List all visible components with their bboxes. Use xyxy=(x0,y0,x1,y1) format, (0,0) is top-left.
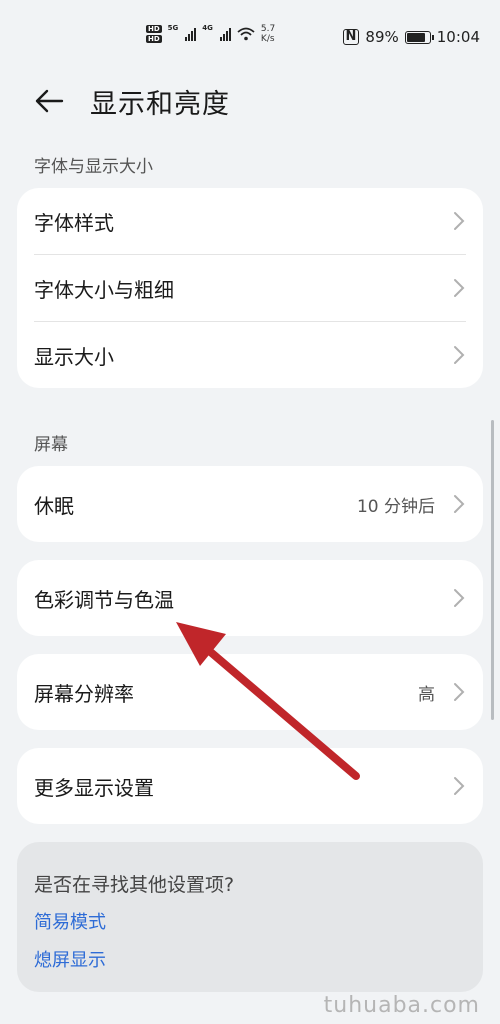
scrollbar[interactable] xyxy=(491,420,494,720)
watermark: tuhuaba.com xyxy=(323,993,480,1018)
nfc-icon: N xyxy=(342,29,360,45)
settings-item-resolution[interactable]: 屏幕分辨率 高 xyxy=(17,654,483,730)
chevron-right-icon xyxy=(454,346,465,364)
suggestions-question: 是否在寻找其他设置项? xyxy=(34,874,235,896)
chevron-right-icon xyxy=(454,495,465,513)
settings-item-label: 更多显示设置 xyxy=(34,775,154,800)
settings-item-label: 色彩调节与色温 xyxy=(34,587,174,612)
settings-item-value: 10 分钟后 xyxy=(356,496,435,517)
chevron-right-icon xyxy=(454,212,465,230)
sleep-card: 休眠 10 分钟后 xyxy=(17,466,483,542)
section-label-screen: 屏幕 xyxy=(34,435,68,455)
clock: 10:04 xyxy=(436,28,480,46)
battery-percent: 89% xyxy=(365,28,399,46)
suggestions-card: 是否在寻找其他设置项? 简易模式 熄屏显示 xyxy=(17,842,483,992)
speed-unit: K/s xyxy=(260,34,275,44)
page-title: 显示和亮度 xyxy=(90,89,230,120)
network-speed: 5.7 K/s xyxy=(261,24,275,44)
chevron-right-icon xyxy=(454,777,465,795)
network-label-5g: 5G xyxy=(167,24,179,32)
settings-item-label: 字体样式 xyxy=(34,210,114,235)
status-left: HD HD 5G 4G 5.7 K/s xyxy=(146,24,275,44)
settings-item-display-size[interactable]: 显示大小 xyxy=(17,322,483,388)
settings-item-font-style[interactable]: 字体样式 xyxy=(17,188,483,254)
page-header: 显示和亮度 xyxy=(0,76,500,126)
settings-item-label: 休眠 xyxy=(34,493,74,518)
status-right: N 89% 10:04 xyxy=(342,28,480,46)
signal-icon xyxy=(185,27,197,41)
font-display-card: 字体样式 字体大小与粗细 显示大小 xyxy=(17,188,483,388)
battery-icon xyxy=(404,30,434,44)
network-label-4g: 4G xyxy=(202,24,213,32)
chevron-right-icon xyxy=(454,683,465,701)
more-display-card: 更多显示设置 xyxy=(17,748,483,824)
settings-item-value: 高 xyxy=(418,684,435,705)
settings-item-font-size-weight[interactable]: 字体大小与粗细 xyxy=(17,255,483,321)
link-always-on-display[interactable]: 熄屏显示 xyxy=(34,946,106,972)
hd-badge: HD xyxy=(146,25,162,33)
settings-item-more-display[interactable]: 更多显示设置 xyxy=(17,748,483,824)
color-card: 色彩调节与色温 xyxy=(17,560,483,636)
back-arrow-icon[interactable] xyxy=(32,84,66,118)
hd-badge: HD xyxy=(146,35,162,43)
status-bar: HD HD 5G 4G 5.7 K/s N 89% 10:04 xyxy=(0,0,500,76)
wifi-icon xyxy=(237,27,255,41)
speed-value: 5.7 xyxy=(260,24,276,34)
signal-icon xyxy=(219,27,231,41)
hd-badges: HD HD xyxy=(146,25,162,43)
section-label-font-display: 字体与显示大小 xyxy=(34,157,153,177)
settings-item-label: 字体大小与粗细 xyxy=(34,277,174,302)
settings-item-color-temperature[interactable]: 色彩调节与色温 xyxy=(17,560,483,636)
settings-item-sleep[interactable]: 休眠 10 分钟后 xyxy=(17,466,483,542)
settings-item-label: 显示大小 xyxy=(34,344,114,369)
settings-item-label: 屏幕分辨率 xyxy=(34,681,134,706)
resolution-card: 屏幕分辨率 高 xyxy=(17,654,483,730)
link-simple-mode[interactable]: 简易模式 xyxy=(34,908,106,934)
chevron-right-icon xyxy=(454,589,465,607)
chevron-right-icon xyxy=(454,279,465,297)
